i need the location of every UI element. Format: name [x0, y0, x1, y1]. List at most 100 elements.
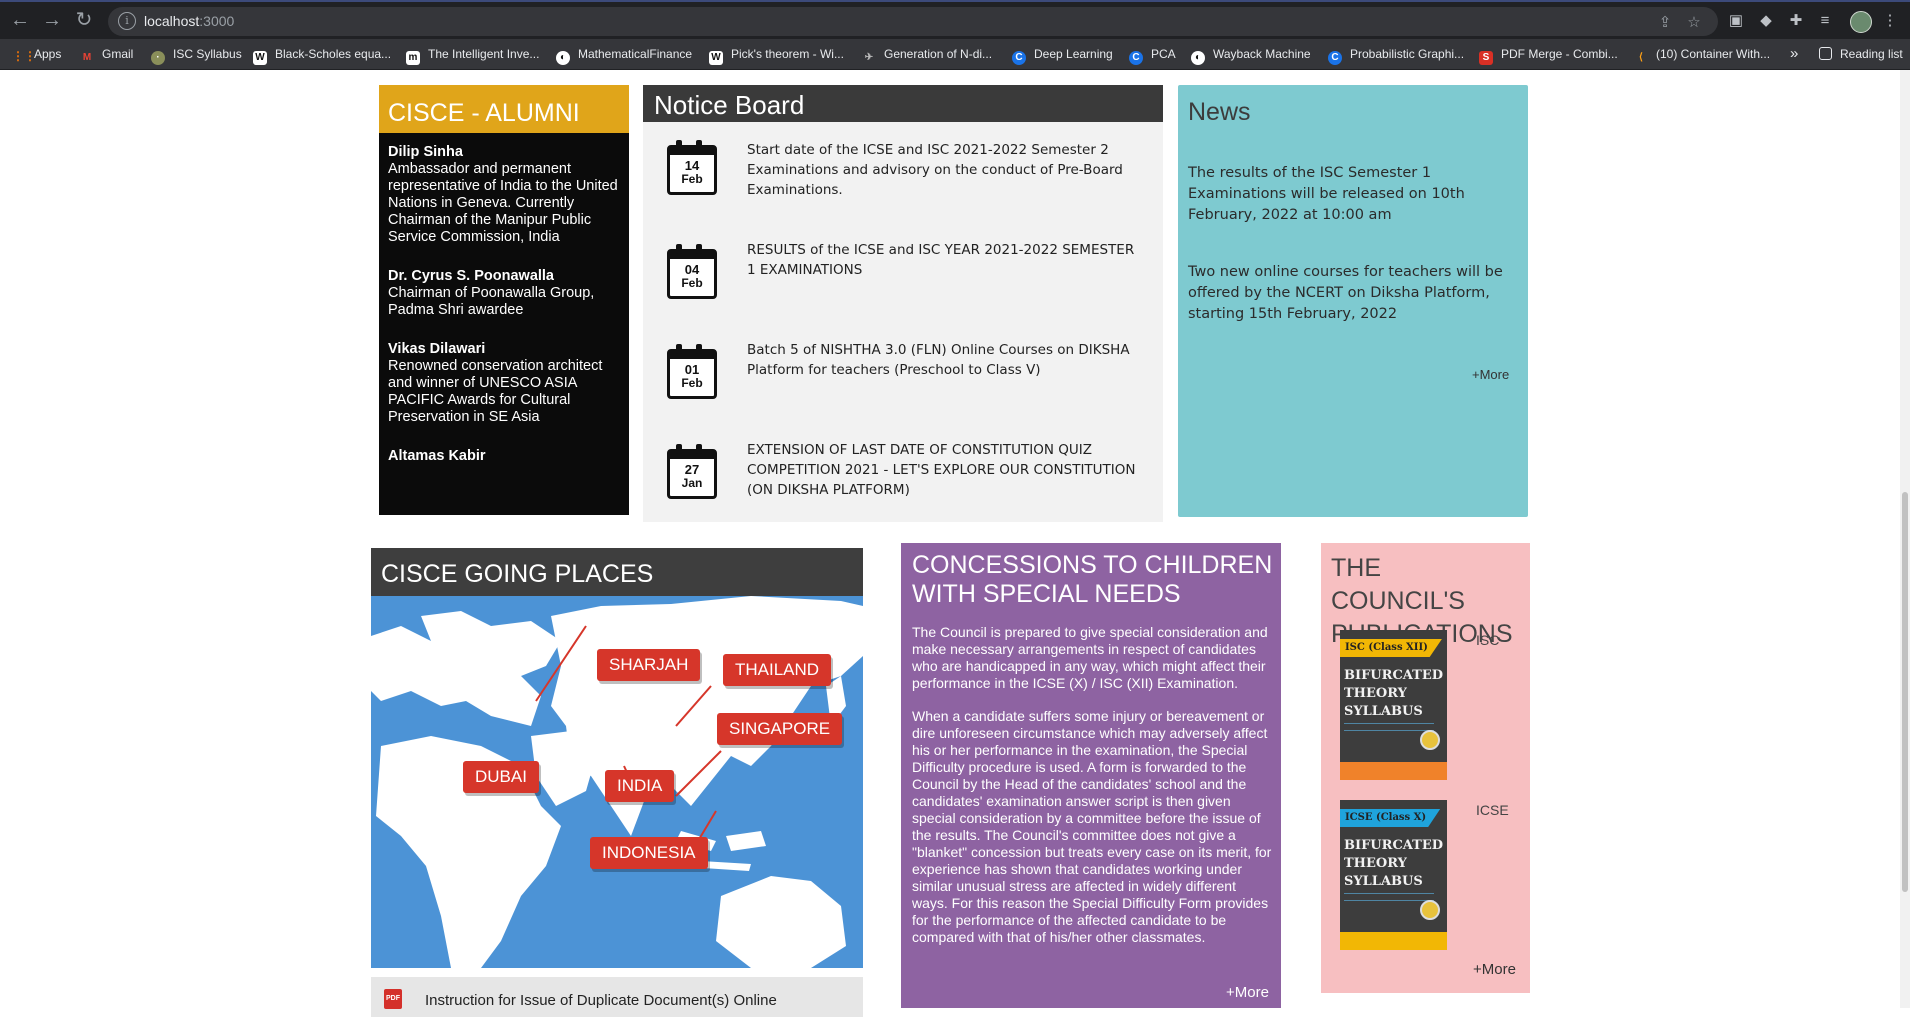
bookmark-label: PDF Merge - Combi... [1501, 47, 1618, 61]
notice-month: Jan [681, 476, 703, 490]
news-item[interactable]: Two new online courses for teachers will… [1188, 262, 1518, 325]
bookmark-gmail[interactable]: M Gmail [80, 45, 134, 63]
bookmark-probabilistic-graphical[interactable]: C Probabilistic Graphi... [1328, 45, 1465, 65]
news-more-link[interactable]: +More [1472, 367, 1509, 382]
bookmark-container-with[interactable]: ⟨ (10) Container With... [1634, 45, 1770, 63]
book-cover-line: SYLLABUS [1344, 704, 1423, 719]
reading-list-label: Reading list [1840, 47, 1903, 61]
book-footer-band [1340, 932, 1447, 950]
cisce-seal-icon [1420, 900, 1440, 920]
isc-publication-label[interactable]: ISC [1476, 632, 1499, 648]
alumni-list[interactable]: Dilip Sinha Ambassador and permanent repr… [379, 133, 629, 465]
alumni-name: Altamas Kabir [388, 448, 486, 464]
bookmark-apps[interactable]: ⋮⋮Apps [12, 45, 61, 63]
pdf-icon: PDF [384, 989, 402, 1009]
forward-arrow-icon[interactable]: → [40, 8, 64, 32]
map-tag-indonesia: INDONESIA [590, 837, 708, 869]
menu-kebab-icon[interactable]: ⋮ [1880, 11, 1900, 31]
address-bar[interactable]: i localhost:3000 ⇪ ☆ [108, 7, 1718, 36]
notice-board: Notice Board 14 Feb Start date of the IC… [643, 85, 1163, 522]
bookmarks-bar: ⋮⋮Apps M Gmail · ISC Syllabus W Black-Schol… [0, 39, 1910, 70]
reading-list-button[interactable]: Reading list [1819, 45, 1903, 63]
going-places-panel: CISCE GOING PLACES SHARJAH THAILAND SING… [371, 548, 863, 968]
wikipedia-icon: W [253, 51, 267, 65]
bookmark-star-icon[interactable]: ☆ [1685, 14, 1703, 32]
bookmark-generation-n-di[interactable]: ✈ Generation of N-di... [862, 45, 992, 63]
calendar-icon: 04 Feb [667, 244, 717, 299]
notice-link[interactable]: Batch 5 of NISHTHA 3.0 (FLN) Online Cour… [747, 340, 1147, 380]
notice-link[interactable]: EXTENSION OF LAST DATE OF CONSTITUTION Q… [747, 440, 1147, 500]
bookmark-deep-learning[interactable]: C Deep Learning [1012, 45, 1113, 65]
c-icon: C [1129, 51, 1143, 65]
bookmark-mathematical-finance[interactable]: ◐ MathematicalFinance [556, 45, 693, 65]
alumni-item: Dr. Cyrus S. Poonawalla Chairman of Poona… [388, 268, 620, 319]
concessions-more-link[interactable]: +More [1226, 984, 1269, 1001]
calendar-icon: 27 Jan [667, 444, 717, 499]
icse-syllabus-book-cover[interactable]: ICSE (Class X) BIFURCATED THEORY SYLLABU… [1340, 800, 1447, 950]
bookmark-label: Wayback Machine [1213, 47, 1311, 61]
icse-publication-label[interactable]: ICSE [1476, 802, 1509, 818]
bookmark-intelligent-investor[interactable]: m The Intelligent Inve... [406, 45, 539, 65]
notice-item[interactable]: 01 Feb Batch 5 of NISHTHA 3.0 (FLN) Onli… [643, 340, 1163, 420]
site-info-icon[interactable]: i [118, 12, 136, 30]
calendar-icon: 14 Feb [667, 140, 717, 195]
bookmark-isc-syllabus[interactable]: · ISC Syllabus [151, 45, 242, 65]
url-text[interactable]: localhost:3000 [144, 13, 234, 29]
bookmark-label: Apps [34, 47, 62, 61]
profile-avatar[interactable] [1850, 11, 1872, 33]
book-class-tab: ISC (Class XII) [1340, 639, 1442, 657]
bookmark-picks-theorem[interactable]: W Pick's theorem - Wi... [709, 45, 844, 65]
notice-link[interactable]: Start date of the ICSE and ISC 2021-2022… [747, 140, 1147, 200]
bookmark-pdf-merge[interactable]: S PDF Merge - Combi... [1479, 45, 1618, 65]
bookmarks-overflow-button[interactable]: » [1790, 45, 1798, 63]
s-icon: S [1479, 51, 1493, 65]
bookmark-label: MathematicalFinance [578, 47, 693, 61]
bookmark-wayback-machine[interactable]: ◐ Wayback Machine [1191, 45, 1311, 65]
share-icon[interactable]: ⇪ [1656, 14, 1674, 32]
notice-item[interactable]: 04 Feb RESULTS of the ICSE and ISC YEAR … [643, 240, 1163, 320]
book-cover-line: THEORY [1344, 856, 1407, 871]
back-arrow-icon[interactable]: ← [8, 8, 32, 32]
map-tag-sharjah: SHARJAH [597, 649, 701, 681]
url-port: :3000 [199, 13, 235, 29]
wikipedia-icon: W [709, 51, 723, 65]
concessions-body: The Council is prepared to give special … [912, 624, 1272, 962]
alumni-desc: Renowned conservation architect and winn… [388, 358, 603, 425]
duplicate-document-link[interactable]: PDF Instruction for Issue of Duplicate D… [371, 977, 863, 1017]
notice-link[interactable]: RESULTS of the ICSE and ISC YEAR 2021-20… [747, 240, 1147, 280]
alumni-name: Dilip Sinha [388, 144, 463, 160]
notice-item[interactable]: 14 Feb Start date of the ICSE and ISC 20… [643, 140, 1163, 220]
alumni-desc: Chairman of Poonawalla Group, Padma Shri… [388, 285, 595, 318]
concessions-paragraph: The Council is prepared to give special … [912, 624, 1268, 691]
news-item[interactable]: The results of the ISC Semester 1 Examin… [1188, 163, 1518, 226]
bookmark-pca[interactable]: C PCA [1129, 45, 1176, 65]
bookmark-label: Probabilistic Graphi... [1350, 47, 1465, 61]
book-cover-line: SYLLABUS [1344, 874, 1423, 889]
map-tag-thailand: THAILAND [723, 654, 832, 686]
alumni-item: Vikas Dilawari Renowned conservation arch… [388, 341, 620, 426]
bookmark-label: PCA [1151, 47, 1176, 61]
notice-day: 04 [684, 262, 700, 277]
reading-list-icon [1819, 47, 1832, 60]
publications-panel: THE COUNCIL'S PUBLICATIONS ISC (Class XI… [1321, 543, 1530, 993]
bookmark-black-scholes[interactable]: W Black-Scholes equa... [253, 45, 391, 65]
reload-icon[interactable]: ↻ [72, 8, 96, 32]
notice-month: Feb [681, 376, 703, 390]
alumni-desc: Ambassador and permanent representative … [388, 161, 618, 245]
media-queue-icon[interactable]: ≡ [1815, 11, 1835, 31]
book-subtitle-lines [1344, 893, 1434, 901]
book-cover-line: THEORY [1344, 686, 1407, 701]
book-cover-title: BIFURCATED THEORY SYLLABUS [1344, 667, 1443, 721]
metamask-fox-icon[interactable]: ◆ [1756, 11, 1776, 31]
publications-more-link[interactable]: +More [1473, 961, 1516, 978]
notice-item[interactable]: 27 Jan EXTENSION OF LAST DATE OF CONSTIT… [643, 440, 1163, 520]
extensions-puzzle-icon[interactable]: ✚ [1786, 11, 1806, 31]
page-scrollbar-thumb[interactable] [1902, 492, 1908, 892]
isc-icon: · [151, 51, 165, 65]
gmail-icon: M [82, 52, 92, 63]
extension-screen-icon[interactable]: ▣ [1726, 11, 1746, 31]
isc-syllabus-book-cover[interactable]: ISC (Class XII) BIFURCATED THEORY SYLLAB… [1340, 630, 1447, 780]
news-panel: News The results of the ISC Semester 1 E… [1178, 85, 1528, 517]
notice-day: 01 [684, 362, 700, 377]
bookmark-label: (10) Container With... [1656, 47, 1771, 61]
